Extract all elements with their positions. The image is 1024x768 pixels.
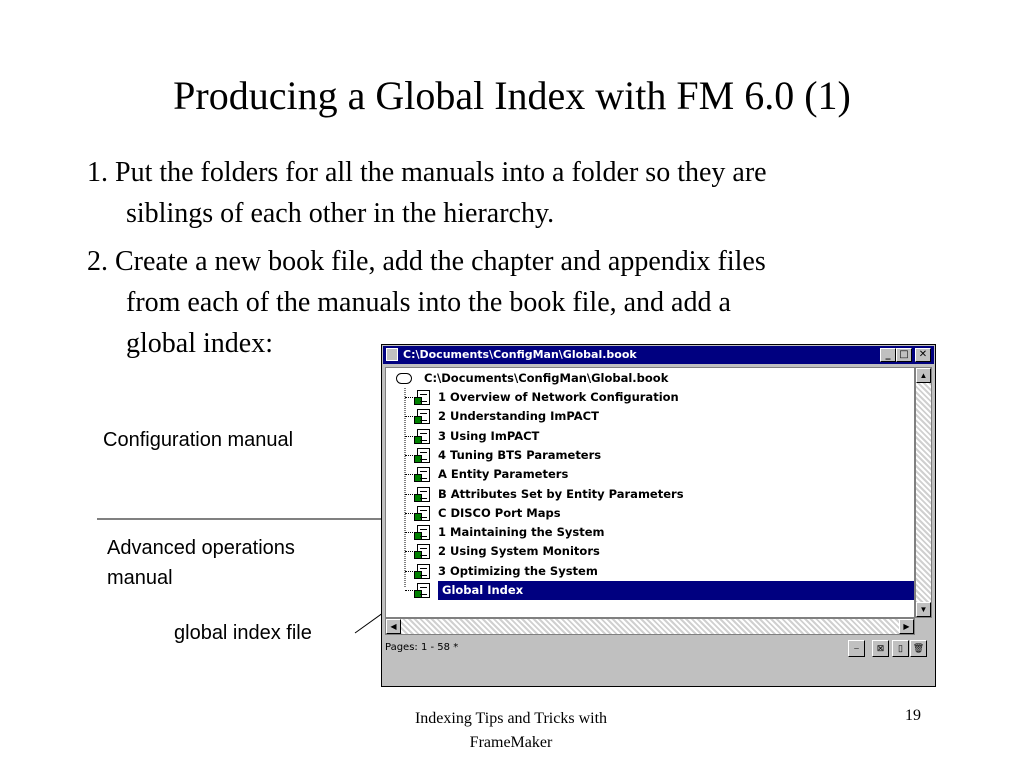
- horizontal-scrollbar[interactable]: ◀ ▶: [385, 618, 915, 635]
- window-titlebar[interactable]: C:\Documents\ConfigMan\Global.book _ □ ✕: [383, 346, 934, 364]
- tree-connector: [405, 397, 413, 398]
- book-file-item[interactable]: C DISCO Port Maps: [405, 504, 561, 523]
- window-title: C:\Documents\ConfigMan\Global.book: [403, 348, 637, 361]
- close-button[interactable]: ✕: [915, 348, 931, 362]
- document-icon: [414, 409, 430, 425]
- book-file-label: 2 Understanding ImPACT: [438, 409, 599, 424]
- footer-title: Indexing Tips and Tricks with FrameMaker: [380, 707, 642, 755]
- scroll-right-button[interactable]: ▶: [899, 619, 914, 634]
- book-root-item[interactable]: C:\Documents\ConfigMan\Global.book: [396, 369, 668, 388]
- tree-connector: [405, 551, 413, 553]
- add-file-button[interactable]: ▯: [892, 640, 909, 657]
- minimize-button[interactable]: _: [880, 348, 896, 362]
- document-icon: [414, 428, 430, 444]
- footer-line-2: FrameMaker: [469, 734, 553, 751]
- document-icon: [414, 563, 430, 579]
- document-icon: [414, 390, 430, 405]
- book-file-label: Global Index: [438, 581, 914, 600]
- document-icon: [414, 525, 430, 541]
- document-icon: [414, 486, 430, 502]
- document-icon: [414, 467, 430, 483]
- book-root-icon: [396, 373, 412, 384]
- document-icon: [414, 447, 430, 463]
- tree-connector: [405, 435, 413, 437]
- tree-connector: [405, 474, 413, 476]
- book-file-item[interactable]: 2 Understanding ImPACT: [405, 407, 599, 426]
- vertical-scrollbar[interactable]: ▲ ▼: [915, 367, 932, 618]
- tree-connector: [405, 493, 413, 495]
- book-file-label: A Entity Parameters: [438, 467, 569, 482]
- book-window[interactable]: C:\Documents\ConfigMan\Global.book _ □ ✕…: [381, 344, 936, 687]
- book-file-item[interactable]: 2 Using System Monitors: [405, 542, 600, 561]
- book-file-label: 1 Maintaining the System: [438, 525, 605, 540]
- status-pages: Pages: 1 - 58 *: [385, 642, 459, 653]
- scroll-left-button[interactable]: ◀: [386, 619, 401, 634]
- page-number: 19: [905, 707, 921, 724]
- book-file-item[interactable]: 1 Overview of Network Configuration: [405, 388, 679, 407]
- book-file-item[interactable]: Global Index: [405, 581, 914, 600]
- book-icon: [386, 348, 398, 361]
- book-file-label: 3 Using ImPACT: [438, 428, 540, 443]
- tree-connector: [405, 512, 413, 514]
- book-file-list[interactable]: C:\Documents\ConfigMan\Global.book 1 Ove…: [385, 367, 915, 618]
- maximize-button[interactable]: □: [896, 348, 912, 362]
- book-file-item[interactable]: 4 Tuning BTS Parameters: [405, 446, 602, 465]
- document-icon: [414, 583, 430, 598]
- tree-connector: [405, 570, 413, 572]
- tree-connector: [405, 590, 413, 591]
- book-file-item[interactable]: A Entity Parameters: [405, 465, 569, 484]
- footer-line-1: Indexing Tips and Tricks with: [414, 710, 608, 727]
- tree-connector: [405, 532, 413, 534]
- book-file-item[interactable]: 3 Using ImPACT: [405, 427, 540, 446]
- tree-connector: [405, 416, 413, 418]
- book-file-label: 4 Tuning BTS Parameters: [438, 447, 602, 462]
- document-icon: [414, 544, 430, 560]
- book-file-label: C DISCO Port Maps: [438, 505, 561, 520]
- tree-connector: [405, 454, 413, 456]
- book-file-label: 3 Optimizing the System: [438, 563, 598, 578]
- generate-button[interactable]: ⊠: [872, 640, 889, 657]
- book-file-item[interactable]: 1 Maintaining the System: [405, 523, 605, 542]
- book-file-item[interactable]: B Attributes Set by Entity Parameters: [405, 485, 684, 504]
- book-file-label: 1 Overview of Network Configuration: [438, 390, 679, 404]
- update-book-button[interactable]: –: [848, 640, 865, 657]
- book-file-label: B Attributes Set by Entity Parameters: [438, 486, 684, 501]
- book-file-label: 2 Using System Monitors: [438, 544, 600, 559]
- book-root-label: C:\Documents\ConfigMan\Global.book: [424, 371, 669, 385]
- scroll-down-button[interactable]: ▼: [916, 602, 931, 617]
- book-file-item[interactable]: 3 Optimizing the System: [405, 562, 598, 581]
- scroll-up-button[interactable]: ▲: [916, 368, 931, 383]
- delete-file-button[interactable]: 🗑: [910, 640, 927, 657]
- document-icon: [414, 505, 430, 521]
